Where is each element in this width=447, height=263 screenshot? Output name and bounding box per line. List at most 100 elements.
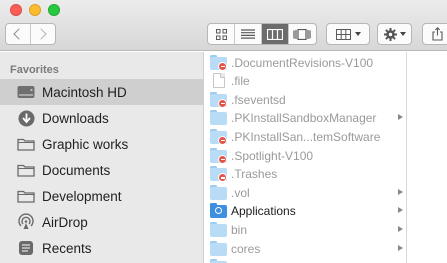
file-name: .Spotlight-V100 (231, 148, 314, 163)
file-name: .Trashes (231, 167, 278, 182)
forward-button[interactable] (31, 24, 55, 44)
restricted-badge-icon (218, 98, 227, 108)
chevron-down-icon (399, 32, 406, 36)
folder-icon (210, 184, 227, 200)
file-list-item[interactable]: .fseventsd (205, 91, 406, 109)
file-list-item[interactable]: .PKInstallSandboxManager (205, 109, 406, 127)
chevron-down-icon (354, 32, 361, 36)
folder-icon (17, 187, 35, 205)
sidebar-section-header: Favorites (10, 64, 59, 76)
sidebar-item-label: Development (42, 188, 122, 204)
folder-icon (210, 259, 227, 263)
arrange-menu-button[interactable] (326, 23, 370, 45)
list-icon (241, 29, 255, 39)
action-menu-button[interactable] (377, 23, 412, 45)
file-list-item[interactable]: Applications (205, 202, 406, 220)
disclosure-arrow-icon (398, 188, 403, 195)
sidebar-item-label: Downloads (42, 110, 109, 126)
document-icon-shape (213, 73, 225, 89)
column-browser: .DocumentRevisions-V100 .file .fseventsd .P… (205, 52, 407, 263)
sidebar-item-label: Macintosh HD (42, 84, 127, 100)
file-name: .fseventsd (231, 92, 286, 107)
column-view-button[interactable] (262, 24, 289, 44)
sidebar-item-documents[interactable]: Documents (0, 157, 203, 183)
restricted-badge-icon (218, 61, 227, 71)
share-button[interactable] (422, 23, 447, 45)
disclosure-arrow-icon (398, 225, 403, 232)
gallery-view-button[interactable] (289, 24, 316, 44)
file-list-item[interactable]: bin (205, 221, 406, 239)
window-toolbar (0, 0, 447, 51)
folder-body (210, 223, 227, 237)
file-name: .vol (231, 185, 250, 200)
folder-icon (210, 166, 227, 183)
file-list-item[interactable]: .file (205, 72, 406, 90)
columns-icon (267, 28, 283, 40)
file-name: bin (231, 222, 248, 237)
sidebar-item-graphic-works[interactable]: Graphic works (0, 131, 203, 157)
sidebar-item-label: Recents (42, 240, 92, 256)
icon-view-button[interactable] (208, 24, 235, 44)
file-name: .PKInstallSandboxManager (231, 111, 377, 126)
sidebar-item-development[interactable]: Development (0, 183, 203, 209)
chevron-right-icon (35, 28, 47, 40)
folder-icon (210, 91, 227, 108)
hard-drive-icon (17, 83, 35, 101)
sidebar-item-label: Graphic works (42, 136, 129, 152)
folder-icon (210, 110, 227, 126)
file-name: cores (231, 241, 261, 256)
list-view-button[interactable] (235, 24, 262, 44)
file-name: .DocumentRevisions-V100 (231, 55, 374, 70)
disclosure-arrow-icon (398, 207, 403, 214)
file-list-item[interactable]: etc (205, 258, 406, 263)
chevron-left-icon (13, 28, 25, 40)
sidebar-item-downloads[interactable]: Downloads (0, 105, 203, 131)
zoom-window-button[interactable] (48, 4, 60, 16)
sidebar-item-recents[interactable]: Recents (0, 235, 203, 261)
arrange-grid-icon (335, 28, 351, 40)
close-window-button[interactable] (10, 4, 22, 16)
sidebar-item-label: Documents (42, 162, 111, 178)
restricted-badge-icon (218, 135, 227, 145)
view-mode-control (207, 23, 317, 45)
minimize-window-button[interactable] (29, 4, 41, 16)
applications-folder-icon (210, 203, 227, 219)
share-icon (431, 27, 443, 41)
folder-body (210, 242, 227, 256)
folder-icon (17, 161, 35, 179)
recents-icon (17, 239, 35, 257)
sidebar: Favorites Macintosh HD Downloads Graphic… (0, 52, 204, 263)
file-list-item[interactable]: .DocumentRevisions-V100 (205, 54, 406, 72)
file-list-item[interactable]: .vol (205, 184, 406, 202)
sidebar-item-airdrop[interactable]: AirDrop (0, 209, 203, 235)
sidebar-item-label: AirDrop (42, 214, 88, 230)
disclosure-arrow-icon (398, 114, 403, 121)
folder-icon (210, 240, 227, 256)
grid-icon (215, 28, 227, 40)
download-icon (17, 109, 35, 127)
file-list-item[interactable]: .PKInstallSan...temSoftware (205, 128, 406, 146)
gear-icon (383, 27, 397, 41)
restricted-badge-icon (218, 154, 227, 164)
file-name: .file (231, 74, 250, 89)
disclosure-arrow-icon (398, 244, 403, 251)
file-name: Applications (231, 204, 296, 219)
folder-icon (17, 135, 35, 153)
airdrop-icon (17, 213, 35, 231)
folder-icon (210, 221, 227, 237)
back-forward-control (5, 23, 56, 45)
cover-flow-icon (293, 28, 312, 40)
file-name: .PKInstallSan...temSoftware (231, 129, 381, 144)
file-list-item[interactable]: .Trashes (205, 165, 406, 183)
folder-body (210, 112, 227, 126)
file-list-item[interactable]: cores (205, 240, 406, 258)
folder-icon (210, 147, 227, 164)
folder-icon (210, 54, 227, 71)
back-button[interactable] (6, 24, 31, 44)
folder-body (210, 186, 227, 200)
sidebar-item-macintosh-hd[interactable]: Macintosh HD (0, 79, 203, 105)
file-list-item[interactable]: .Spotlight-V100 (205, 147, 406, 165)
document-icon (210, 73, 227, 89)
next-column (408, 52, 447, 263)
folder-icon (210, 128, 227, 145)
